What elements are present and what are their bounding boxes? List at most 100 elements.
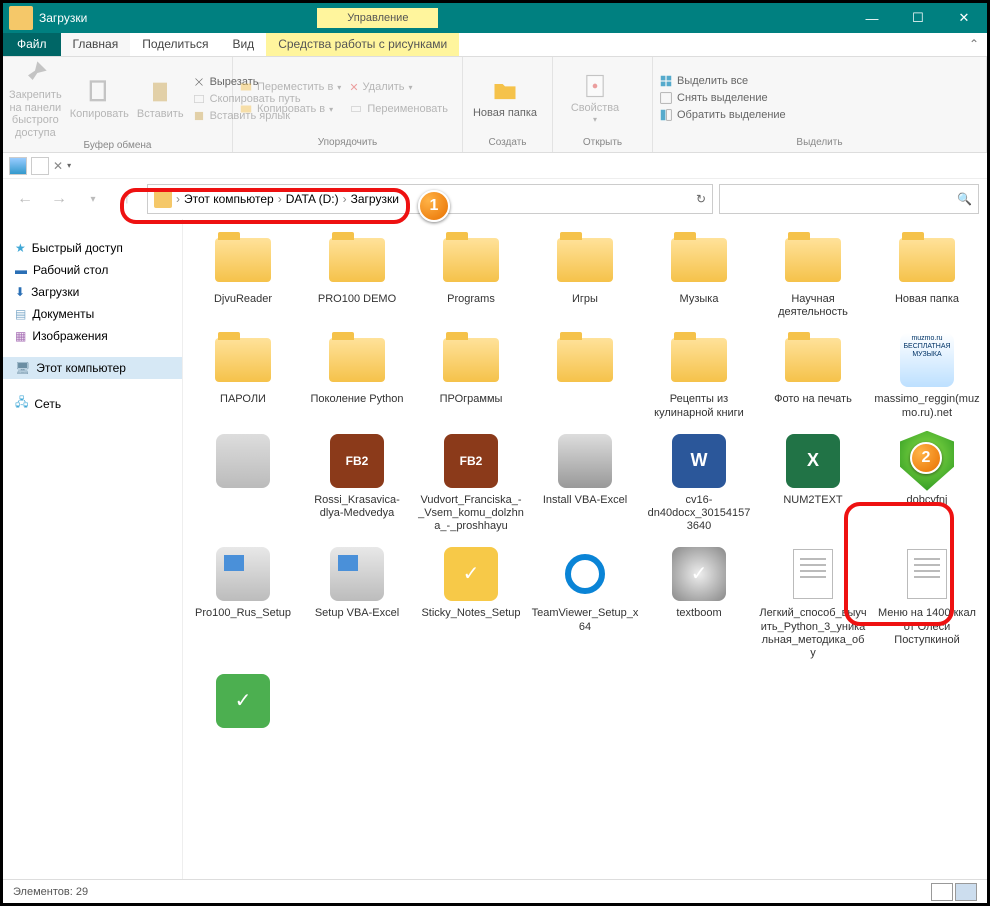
breadcrumb[interactable]: DATA (D:) — [286, 192, 339, 206]
file-item[interactable]: ✓textboom — [643, 541, 755, 664]
sidebar-item-this-pc[interactable]: 🖥Этот компьютер — [3, 357, 182, 379]
up-button[interactable]: ↑ — [113, 185, 141, 213]
sidebar-item-documents[interactable]: ▤Документы — [3, 303, 182, 325]
file-label: Sticky_Notes_Setup — [421, 607, 520, 620]
file-item[interactable] — [529, 327, 641, 423]
breadcrumb[interactable]: Загрузки — [351, 192, 399, 206]
item-count: 29 — [76, 886, 88, 898]
new-folder-button[interactable]: Новая папка — [469, 77, 541, 120]
file-item[interactable]: Install VBA-Excel — [529, 428, 641, 538]
forward-button[interactable]: → — [45, 185, 73, 213]
copy-to-button[interactable]: Копировать в▾ — [239, 102, 341, 116]
star-icon: ★ — [15, 241, 26, 255]
file-label: Научная деятельность — [759, 293, 867, 319]
file-label: NUM2TEXT — [783, 494, 842, 507]
paste-button[interactable]: Вставить — [137, 78, 184, 121]
file-item[interactable]: Setup VBA-Excel — [301, 541, 413, 664]
file-item[interactable]: Programs — [415, 227, 527, 323]
file-item[interactable]: XNUM2TEXT — [757, 428, 869, 538]
file-item[interactable]: TeamViewer_Setup_x64 — [529, 541, 641, 664]
select-none-button[interactable]: Снять выделение — [659, 91, 786, 105]
search-input[interactable]: 🔍 — [719, 184, 979, 214]
menu-row: Файл Главная Поделиться Вид Средства раб… — [3, 33, 987, 57]
qab-delete-icon[interactable]: ✕ — [53, 159, 63, 173]
titlebar: Загрузки Управление ― ☐ ✕ — [3, 3, 987, 33]
view-icons-button[interactable] — [955, 883, 977, 901]
sidebar-item-network[interactable]: 🖧Сеть — [3, 389, 182, 418]
address-row: ← → ▾ ↑ › Этот компьютер› DATA (D:)› Заг… — [3, 179, 987, 219]
file-item[interactable] — [187, 428, 299, 538]
properties-button[interactable]: Свойства▾ — [559, 72, 631, 124]
file-label: cv16-dn40docx_301541573640 — [645, 494, 753, 534]
file-item[interactable]: PRO100 DEMO — [301, 227, 413, 323]
file-label: Рецепты из кулинарной книги — [645, 393, 753, 419]
file-item[interactable]: Легкий_способ_выучить_Python_3_уникальна… — [757, 541, 869, 664]
sidebar-item-desktop[interactable]: ▬Рабочий стол — [3, 259, 182, 281]
file-item[interactable]: Поколение Python — [301, 327, 413, 423]
file-thumbnail — [438, 331, 504, 389]
file-thumbnail — [552, 545, 618, 603]
file-thumbnail — [894, 545, 960, 603]
file-item[interactable]: Фото на печать — [757, 327, 869, 423]
file-label: Поколение Python — [310, 393, 403, 406]
back-button[interactable]: ← — [11, 185, 39, 213]
rename-button[interactable]: Переименовать — [349, 102, 448, 116]
file-item[interactable]: muzmo.ruБЕСПЛАТНАЯМУЗЫКАmassimo_reggin(m… — [871, 327, 983, 423]
file-item[interactable]: Pro100_Rus_Setup — [187, 541, 299, 664]
file-item[interactable]: DjvuReader — [187, 227, 299, 323]
search-icon: 🔍 — [957, 192, 972, 206]
file-view[interactable]: DjvuReaderPRO100 DEMOProgramsИгрыМузыкаН… — [183, 219, 987, 879]
file-item[interactable]: Wcv16-dn40docx_301541573640 — [643, 428, 755, 538]
file-item[interactable]: ✓Sticky_Notes_Setup — [415, 541, 527, 664]
file-item[interactable]: Меню на 1400 ккал от Олеси Поступкиной — [871, 541, 983, 664]
file-thumbnail — [552, 331, 618, 389]
desktop-icon: ▬ — [15, 263, 27, 277]
view-details-button[interactable] — [31, 157, 49, 175]
annotation-badge-1: 1 — [418, 190, 450, 222]
file-item[interactable]: ✓ — [187, 668, 299, 738]
move-to-button[interactable]: Переместить в▾ — [239, 80, 341, 94]
organize-group-label: Упорядочить — [239, 137, 456, 150]
file-label: Programs — [447, 293, 495, 306]
tab-picture-tools[interactable]: Средства работы с рисунками — [266, 33, 459, 56]
tab-view[interactable]: Вид — [220, 33, 266, 56]
copy-button[interactable]: Копировать — [70, 78, 129, 121]
file-label: ПАРОЛИ — [220, 393, 266, 406]
file-menu[interactable]: Файл — [3, 33, 61, 56]
file-thumbnail — [666, 231, 732, 289]
file-thumbnail — [324, 331, 390, 389]
delete-button[interactable]: ✕Удалить▾ — [349, 81, 448, 94]
view-large-icons-button[interactable] — [9, 157, 27, 175]
sidebar-item-quick-access[interactable]: ★Быстрый доступ — [3, 237, 182, 259]
sidebar-item-downloads[interactable]: ⬇Загрузки — [3, 281, 182, 303]
file-item[interactable]: Рецепты из кулинарной книги — [643, 327, 755, 423]
pin-quick-access-button[interactable]: Закрепить на панели быстрого доступа — [9, 59, 62, 140]
minimize-button[interactable]: ― — [849, 3, 895, 33]
file-item[interactable]: FB2Vudvort_Franciska_-_Vsem_komu_dolzhna… — [415, 428, 527, 538]
sidebar-item-pictures[interactable]: ▦Изображения — [3, 325, 182, 347]
close-button[interactable]: ✕ — [941, 3, 987, 33]
file-item[interactable]: ПАРОЛИ — [187, 327, 299, 423]
invert-selection-button[interactable]: Обратить выделение — [659, 108, 786, 122]
select-all-button[interactable]: Выделить все — [659, 74, 786, 88]
file-label: Меню на 1400 ккал от Олеси Поступкиной — [873, 607, 981, 647]
maximize-button[interactable]: ☐ — [895, 3, 941, 33]
breadcrumb[interactable]: Этот компьютер — [184, 192, 274, 206]
file-item[interactable]: ПРОграммы — [415, 327, 527, 423]
file-label: Новая папка — [895, 293, 959, 306]
file-item[interactable]: Музыка — [643, 227, 755, 323]
view-details-button[interactable] — [931, 883, 953, 901]
picture-icon: ▦ — [15, 329, 26, 343]
file-thumbnail: ✓ — [210, 672, 276, 730]
tab-share[interactable]: Поделиться — [130, 33, 220, 56]
status-bar: Элементов: 29 — [3, 879, 987, 903]
file-item[interactable]: Игры — [529, 227, 641, 323]
file-item[interactable]: Научная деятельность — [757, 227, 869, 323]
refresh-button[interactable]: ↻ — [696, 192, 706, 206]
tab-home[interactable]: Главная — [61, 33, 131, 56]
collapse-ribbon-button[interactable]: ⌃ — [961, 33, 987, 56]
file-label: textboom — [676, 607, 721, 620]
recent-button[interactable]: ▾ — [79, 185, 107, 213]
file-item[interactable]: Новая папка — [871, 227, 983, 323]
file-item[interactable]: FB2Rossi_Krasavica-dlya-Medvedya — [301, 428, 413, 538]
